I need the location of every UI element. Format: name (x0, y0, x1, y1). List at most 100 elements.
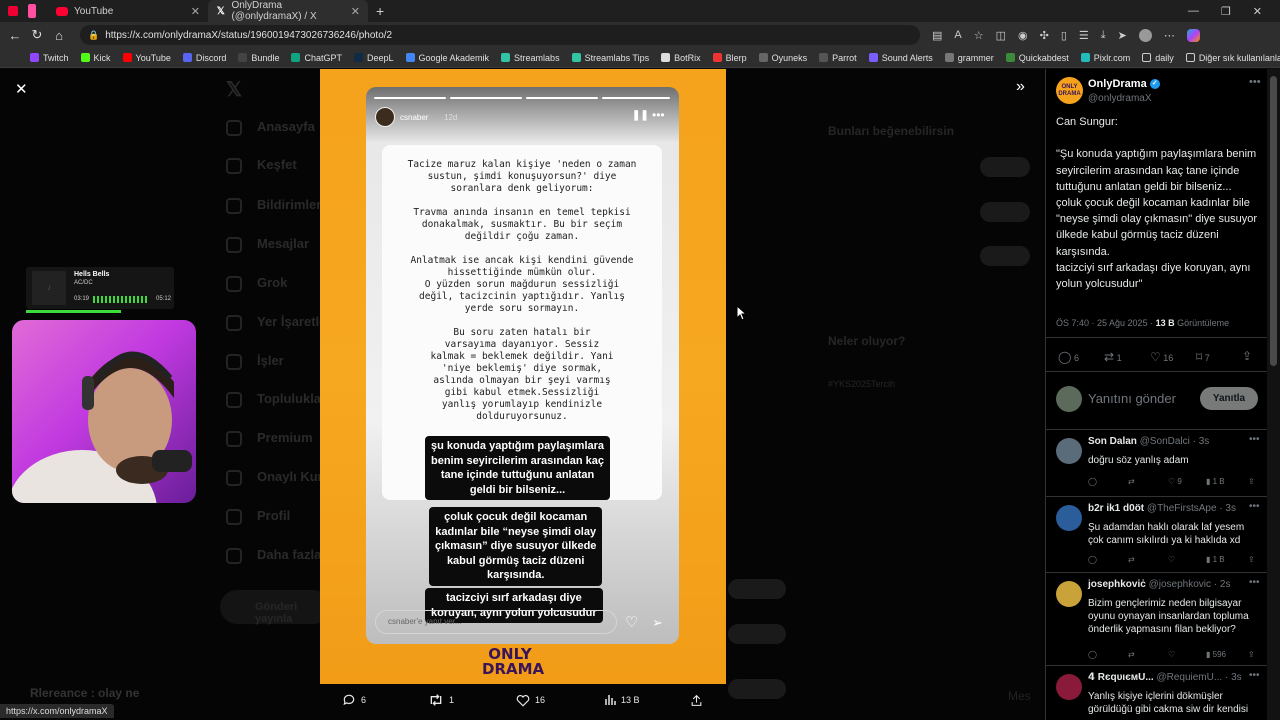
bookmark-deepl[interactable]: DeepL (353, 53, 394, 63)
reader-icon[interactable]: ▤ (932, 29, 942, 42)
translate-icon[interactable]: A (954, 29, 961, 42)
tab-youtube[interactable]: YouTube ✕ (48, 0, 208, 22)
bookmark-bundle[interactable]: Bundle (238, 53, 279, 63)
reply-item[interactable]: Son Dalan @SonDalci · 3s ••• doğru söz yan… (1046, 430, 1267, 497)
author-name[interactable]: OnlyDrama ✓ (1088, 78, 1160, 90)
bookmark-streamlabs[interactable]: Streamlabs (501, 53, 560, 63)
reply-button[interactable]: 6 (342, 693, 366, 707)
bookmark-chatgpt[interactable]: ChatGPT (291, 53, 342, 63)
bookmark-botrix[interactable]: BotRix (661, 53, 701, 63)
analytics-icon[interactable]: ▮ 596 (1206, 650, 1226, 659)
repost-icon[interactable]: ⇄ (1128, 555, 1135, 564)
reply-input[interactable]: Yanıtını gönder (1088, 391, 1176, 406)
bookmark-youtube[interactable]: YouTube (122, 53, 171, 63)
download-icon[interactable]: ⤓ (1101, 29, 1106, 42)
copilot-icon[interactable] (1186, 28, 1200, 42)
home-icon[interactable]: ⌂ (48, 28, 70, 43)
repost-icon[interactable]: ⇄ (1128, 477, 1135, 486)
star-icon[interactable]: ☆ (974, 29, 984, 42)
story-username[interactable]: csnaber (400, 113, 428, 122)
url-field[interactable]: 🔒 https://x.com/onlydramaX/status/196001… (80, 25, 920, 45)
reply-author[interactable]: 𝟰 RєqυιємU... @RequiemU... · 3s (1088, 672, 1242, 683)
reply-avatar[interactable] (1056, 505, 1082, 531)
onlydrama-avatar[interactable]: ONLY DRAMA (1056, 77, 1083, 104)
like-button[interactable]: 16 (516, 694, 545, 707)
menu-icon[interactable]: ⋯ (1164, 29, 1175, 42)
heart-icon[interactable]: ♡ 9 (1168, 477, 1182, 486)
reply-icon[interactable]: ◯ (1088, 477, 1097, 486)
bookmark-blerp[interactable]: Blerp (712, 53, 747, 63)
reply-avatar[interactable] (1056, 581, 1082, 607)
bookmark-streamlabs-tips[interactable]: Streamlabs Tips (571, 53, 649, 63)
views-button[interactable]: 13 B (604, 694, 640, 706)
share-icon[interactable]: ⇪ (1248, 650, 1255, 659)
bookmark-oyuneks[interactable]: Oyuneks (758, 53, 807, 63)
profile-icon[interactable] (1138, 28, 1152, 42)
bookmark-discord[interactable]: Discord (182, 53, 226, 63)
share-button[interactable] (690, 694, 708, 707)
maximize-icon[interactable]: ❐ (1221, 5, 1231, 18)
back-icon[interactable]: ← (4, 28, 26, 43)
extension-icon[interactable]: ◫ (996, 29, 1006, 42)
reply-author[interactable]: josephkoviċ @josephkovic · 2s (1088, 579, 1230, 590)
new-tab-button[interactable]: + (368, 0, 392, 22)
more-icon[interactable]: ••• (1249, 577, 1260, 588)
more-icon[interactable]: ••• (1249, 670, 1260, 681)
close-icon[interactable]: ✕ (351, 5, 360, 18)
bookmark-twitch[interactable]: Twitch (30, 53, 69, 63)
favorites-icon[interactable]: ☰ (1079, 29, 1089, 42)
close-window-icon[interactable]: ✕ (1253, 5, 1262, 18)
puzzle-icon[interactable]: ✣ (1040, 29, 1049, 42)
share-icon[interactable]: ➤ (1118, 29, 1127, 42)
bookmark-parrot[interactable]: Parrot (819, 53, 857, 63)
bookmark-other-folder[interactable]: Diğer sık kullanılanlar (1185, 53, 1280, 63)
extension-icon[interactable]: ◉ (1018, 29, 1028, 42)
share-icon[interactable]: ⇪ (1248, 555, 1255, 564)
more-icon[interactable]: ••• (652, 108, 665, 122)
story-reply-input[interactable]: csnaber'e yanıt ver... (375, 610, 617, 634)
tweet-like-button[interactable]: ♡ 16 (1150, 350, 1173, 364)
reply-item[interactable]: josephkoviċ @josephkovic · 2s ••• Bizim ge… (1046, 573, 1267, 666)
more-icon[interactable]: ••• (1249, 76, 1261, 88)
analytics-icon[interactable]: ▮ 1 B (1206, 555, 1225, 564)
reply-author[interactable]: Son Dalan @SonDalci · 3s (1088, 436, 1209, 447)
share-icon[interactable]: ⇪ (1248, 477, 1255, 486)
reply-icon[interactable]: ◯ (1088, 650, 1097, 659)
bookmark-pixlr[interactable]: Pixlr.com (1080, 53, 1130, 63)
share-icon[interactable]: ⇪ (1242, 349, 1252, 363)
repost-button[interactable]: 1 (428, 693, 454, 707)
reply-submit-button[interactable]: Yanıtla (1200, 387, 1258, 410)
heart-icon[interactable]: ♡ (1168, 555, 1175, 564)
more-icon[interactable]: ••• (1249, 434, 1260, 445)
tweet-bookmark-button[interactable]: ⌑ 7 (1196, 350, 1210, 364)
reply-avatar[interactable] (1056, 438, 1082, 464)
tweet-reply-button[interactable]: ◯ 6 (1058, 350, 1079, 364)
heart-icon[interactable]: ♡ (1168, 650, 1175, 659)
tab-actions[interactable] (0, 0, 48, 22)
split-icon[interactable]: ▯ (1061, 29, 1067, 42)
more-icon[interactable]: ••• (1249, 501, 1260, 512)
bookmark-grammer[interactable]: grammer (944, 53, 994, 63)
reply-author[interactable]: b2r ik1 d0öt @TheFirstsApe · 3s (1088, 503, 1236, 514)
scrollbar-thumb[interactable] (1270, 76, 1277, 366)
reply-item[interactable]: b2r ik1 d0öt @TheFirstsApe · 3s ••• Şu ada… (1046, 497, 1267, 573)
analytics-icon[interactable]: ▮ 1 B (1206, 477, 1225, 486)
refresh-icon[interactable]: ↻ (26, 27, 48, 43)
collapse-panel-icon[interactable]: » (1016, 78, 1025, 96)
tweet-timestamp[interactable]: ÖS 7:40 · 25 Ağu 2025 · (1056, 318, 1156, 328)
reply-icon[interactable]: ◯ (1088, 555, 1097, 564)
bookmark-sound-alerts[interactable]: Sound Alerts (868, 53, 933, 63)
repost-icon[interactable]: ⇄ (1128, 650, 1135, 659)
bookmark-daily[interactable]: daily (1142, 53, 1174, 63)
tab-onlydrama[interactable]: 𝕏 OnlyDrama (@onlydramaX) / X ✕ (208, 0, 368, 22)
reply-item[interactable]: 𝟰 RєqυιємU... @RequiemU... · 3s ••• Yanlış… (1046, 666, 1267, 720)
close-icon[interactable]: ✕ (191, 5, 200, 18)
minimize-icon[interactable]: — (1188, 5, 1199, 18)
tweet-repost-button[interactable]: ⇄ 1 (1104, 350, 1122, 364)
pause-icon[interactable]: ❚❚ (632, 110, 649, 121)
bookmark-kick[interactable]: Kick (80, 53, 111, 63)
author-handle[interactable]: @onlydramaX (1088, 93, 1152, 104)
reply-avatar[interactable] (1056, 674, 1082, 700)
heart-icon[interactable]: ♡ (625, 613, 638, 631)
send-icon[interactable]: ➢ (652, 615, 663, 631)
